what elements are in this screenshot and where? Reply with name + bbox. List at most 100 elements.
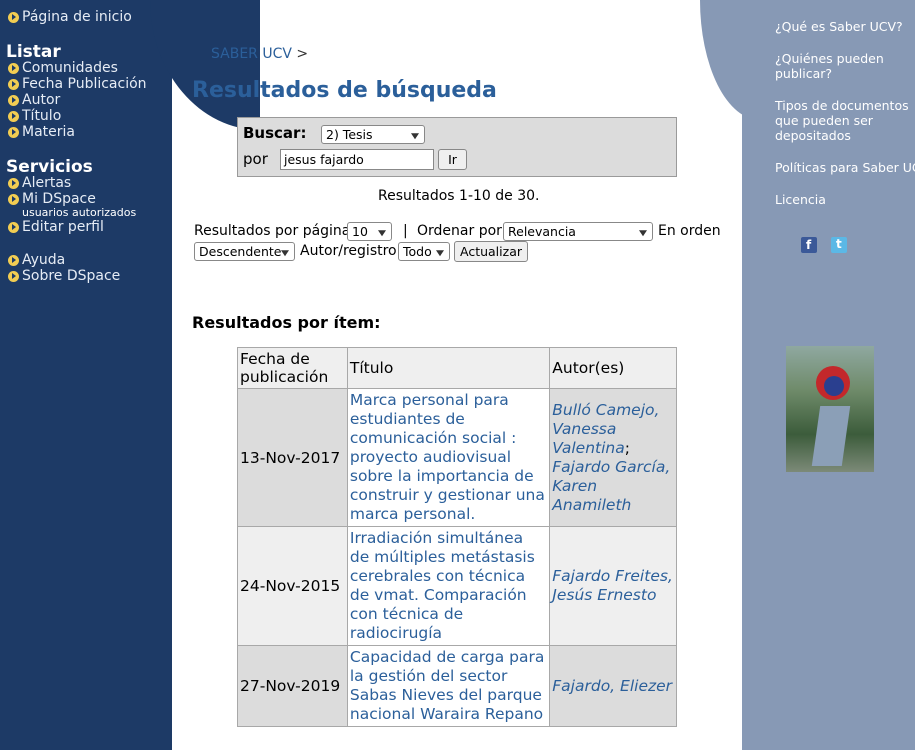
cell-date: 24-Nov-2015 (237, 526, 348, 646)
arrow-bullet-icon (8, 193, 19, 205)
search-input[interactable]: jesus fajardo (280, 149, 434, 170)
nav-browse-communities[interactable]: Comunidades (0, 60, 147, 76)
author-record-value: Todo (403, 244, 432, 259)
chevron-down-icon (436, 249, 444, 256)
result-count: Resultados 1-10 de 30. (378, 188, 540, 204)
sort-label: Ordenar por (417, 223, 502, 239)
search-box: Buscar: 2) Tesis por jesus fajardo Ir (237, 117, 677, 177)
table-row: 13-Nov-2017 Marca personal para estudian… (237, 388, 677, 527)
column-header-date[interactable]: Fecha de publicación (237, 347, 348, 389)
left-sidebar: Página de inicio Listar Comunidades Fech… (0, 0, 172, 750)
author-link[interactable]: Fajardo Freites, Jesús Ernesto (552, 567, 673, 604)
breadcrumb: SABER UCV > (211, 46, 308, 62)
chevron-down-icon (378, 229, 386, 236)
browse-heading: Listar (6, 42, 61, 62)
table-row: 27-Nov-2019 Capacidad de carga para la g… (237, 645, 677, 727)
sculpture-photo (786, 346, 874, 472)
column-header-title[interactable]: Título (346, 347, 551, 389)
go-button[interactable]: Ir (438, 149, 467, 170)
table-row: 24-Nov-2015 Irradiación simultánea de mú… (237, 526, 677, 646)
arrow-bullet-icon (8, 270, 19, 282)
arrow-bullet-icon (8, 78, 19, 90)
search-label: Buscar: (243, 124, 307, 142)
main-content: SABER UCV > Resultados de búsqueda Busca… (192, 0, 722, 750)
por-label: por (243, 150, 268, 168)
link-doc-types[interactable]: Tipos de documentos que pueden ser depos… (742, 98, 915, 143)
order-label: En orden (658, 223, 721, 239)
breadcrumb-root-link[interactable]: SABER UCV (211, 46, 292, 62)
nav-mydspace[interactable]: Mi DSpace (0, 191, 136, 207)
results-table: Fecha de publicación Título Autor(es) 13… (237, 347, 677, 727)
sort-value: Relevancia (508, 224, 576, 239)
nav-label: Ayuda (22, 252, 66, 268)
nav-label: Alertas (22, 175, 72, 191)
author-record-label: Autor/registro (300, 243, 397, 259)
chevron-down-icon (281, 249, 289, 256)
nav-browse-author[interactable]: Autor (0, 92, 147, 108)
arrow-bullet-icon (8, 177, 19, 189)
column-header-authors[interactable]: Autor(es) (549, 347, 677, 389)
order-select[interactable]: Descendente (194, 242, 295, 261)
nav-label: Sobre DSpace (22, 268, 121, 284)
nav-mydspace-note: usuarios autorizados (22, 206, 137, 219)
author-link[interactable]: Fajardo, Eliezer (552, 677, 672, 695)
services-heading: Servicios (6, 157, 93, 177)
nav-label: Título (22, 108, 62, 124)
nav-alerts[interactable]: Alertas (0, 175, 136, 191)
author-link[interactable]: Fajardo García, Karen Anamileth (552, 458, 670, 514)
nav-about[interactable]: Sobre DSpace (0, 268, 120, 284)
arrow-bullet-icon (8, 94, 19, 106)
cell-title: Irradiación simultánea de múltiples metá… (346, 526, 551, 646)
scope-select[interactable]: 2) Tesis (321, 125, 425, 144)
nav-label: Editar perfil (22, 219, 104, 235)
table-header-row: Fecha de publicación Título Autor(es) (237, 347, 677, 389)
link-license[interactable]: Licencia (742, 192, 834, 207)
link-what-is[interactable]: ¿Qué es Saber UCV? (742, 19, 911, 34)
arrow-bullet-icon (8, 221, 19, 233)
nav-help[interactable]: Ayuda (0, 252, 120, 268)
nav-label: Fecha Publicación (22, 76, 147, 92)
nav-label: Comunidades (22, 60, 118, 76)
cell-date: 27-Nov-2019 (237, 645, 348, 727)
arrow-bullet-icon (8, 110, 19, 122)
item-title-link[interactable]: Capacidad de carga para la gestión del s… (350, 648, 544, 723)
nav-home[interactable]: Página de inicio (0, 9, 132, 25)
link-who-can-publish[interactable]: ¿Quiénes pueden publicar? (742, 51, 903, 81)
item-title-link[interactable]: Irradiación simultánea de múltiples metá… (350, 529, 535, 642)
arrow-bullet-icon (8, 11, 19, 23)
link-policies[interactable]: Políticas para Saber UCV (742, 160, 915, 175)
cell-title: Marca personal para estudiantes de comun… (346, 388, 551, 527)
nav-home-label: Página de inicio (22, 9, 132, 25)
nav-browse-title[interactable]: Título (0, 108, 147, 124)
cell-authors: Fajardo Freites, Jesús Ernesto (549, 526, 677, 646)
per-page-label: Resultados por página (194, 223, 351, 239)
chevron-down-icon (639, 229, 647, 236)
section-title: Resultados por ítem: (192, 313, 381, 332)
nav-label: Materia (22, 124, 75, 140)
twitter-icon[interactable] (831, 237, 847, 253)
arrow-bullet-icon (8, 62, 19, 74)
sort-select[interactable]: Relevancia (503, 222, 653, 241)
nav-label: Mi DSpace (22, 191, 96, 207)
cell-authors: Fajardo, Eliezer (549, 645, 677, 727)
nav-browse-date[interactable]: Fecha Publicación (0, 76, 147, 92)
author-link[interactable]: Bulló Camejo, Vanessa Valentina (552, 401, 659, 457)
author-record-select[interactable]: Todo (398, 242, 450, 261)
arrow-bullet-icon (8, 126, 19, 138)
per-page-value: 10 (352, 224, 368, 239)
nav-edit-profile[interactable]: Editar perfil (0, 219, 136, 235)
arrow-bullet-icon (8, 254, 19, 266)
update-button[interactable]: Actualizar (454, 241, 528, 262)
order-value: Descendente (199, 244, 282, 259)
per-page-select[interactable]: 10 (347, 222, 392, 241)
item-title-link[interactable]: Marca personal para estudiantes de comun… (350, 391, 545, 523)
cell-authors: Bulló Camejo, Vanessa Valentina; Fajardo… (549, 388, 677, 527)
divider-pipe: | (403, 223, 408, 239)
nav-browse-subject[interactable]: Materia (0, 124, 147, 140)
facebook-icon[interactable] (801, 237, 817, 253)
breadcrumb-separator: > (296, 46, 309, 62)
nav-label: Autor (22, 92, 61, 108)
chevron-down-icon (411, 132, 419, 139)
scope-select-value: 2) Tesis (326, 127, 373, 142)
cell-date: 13-Nov-2017 (237, 388, 348, 527)
